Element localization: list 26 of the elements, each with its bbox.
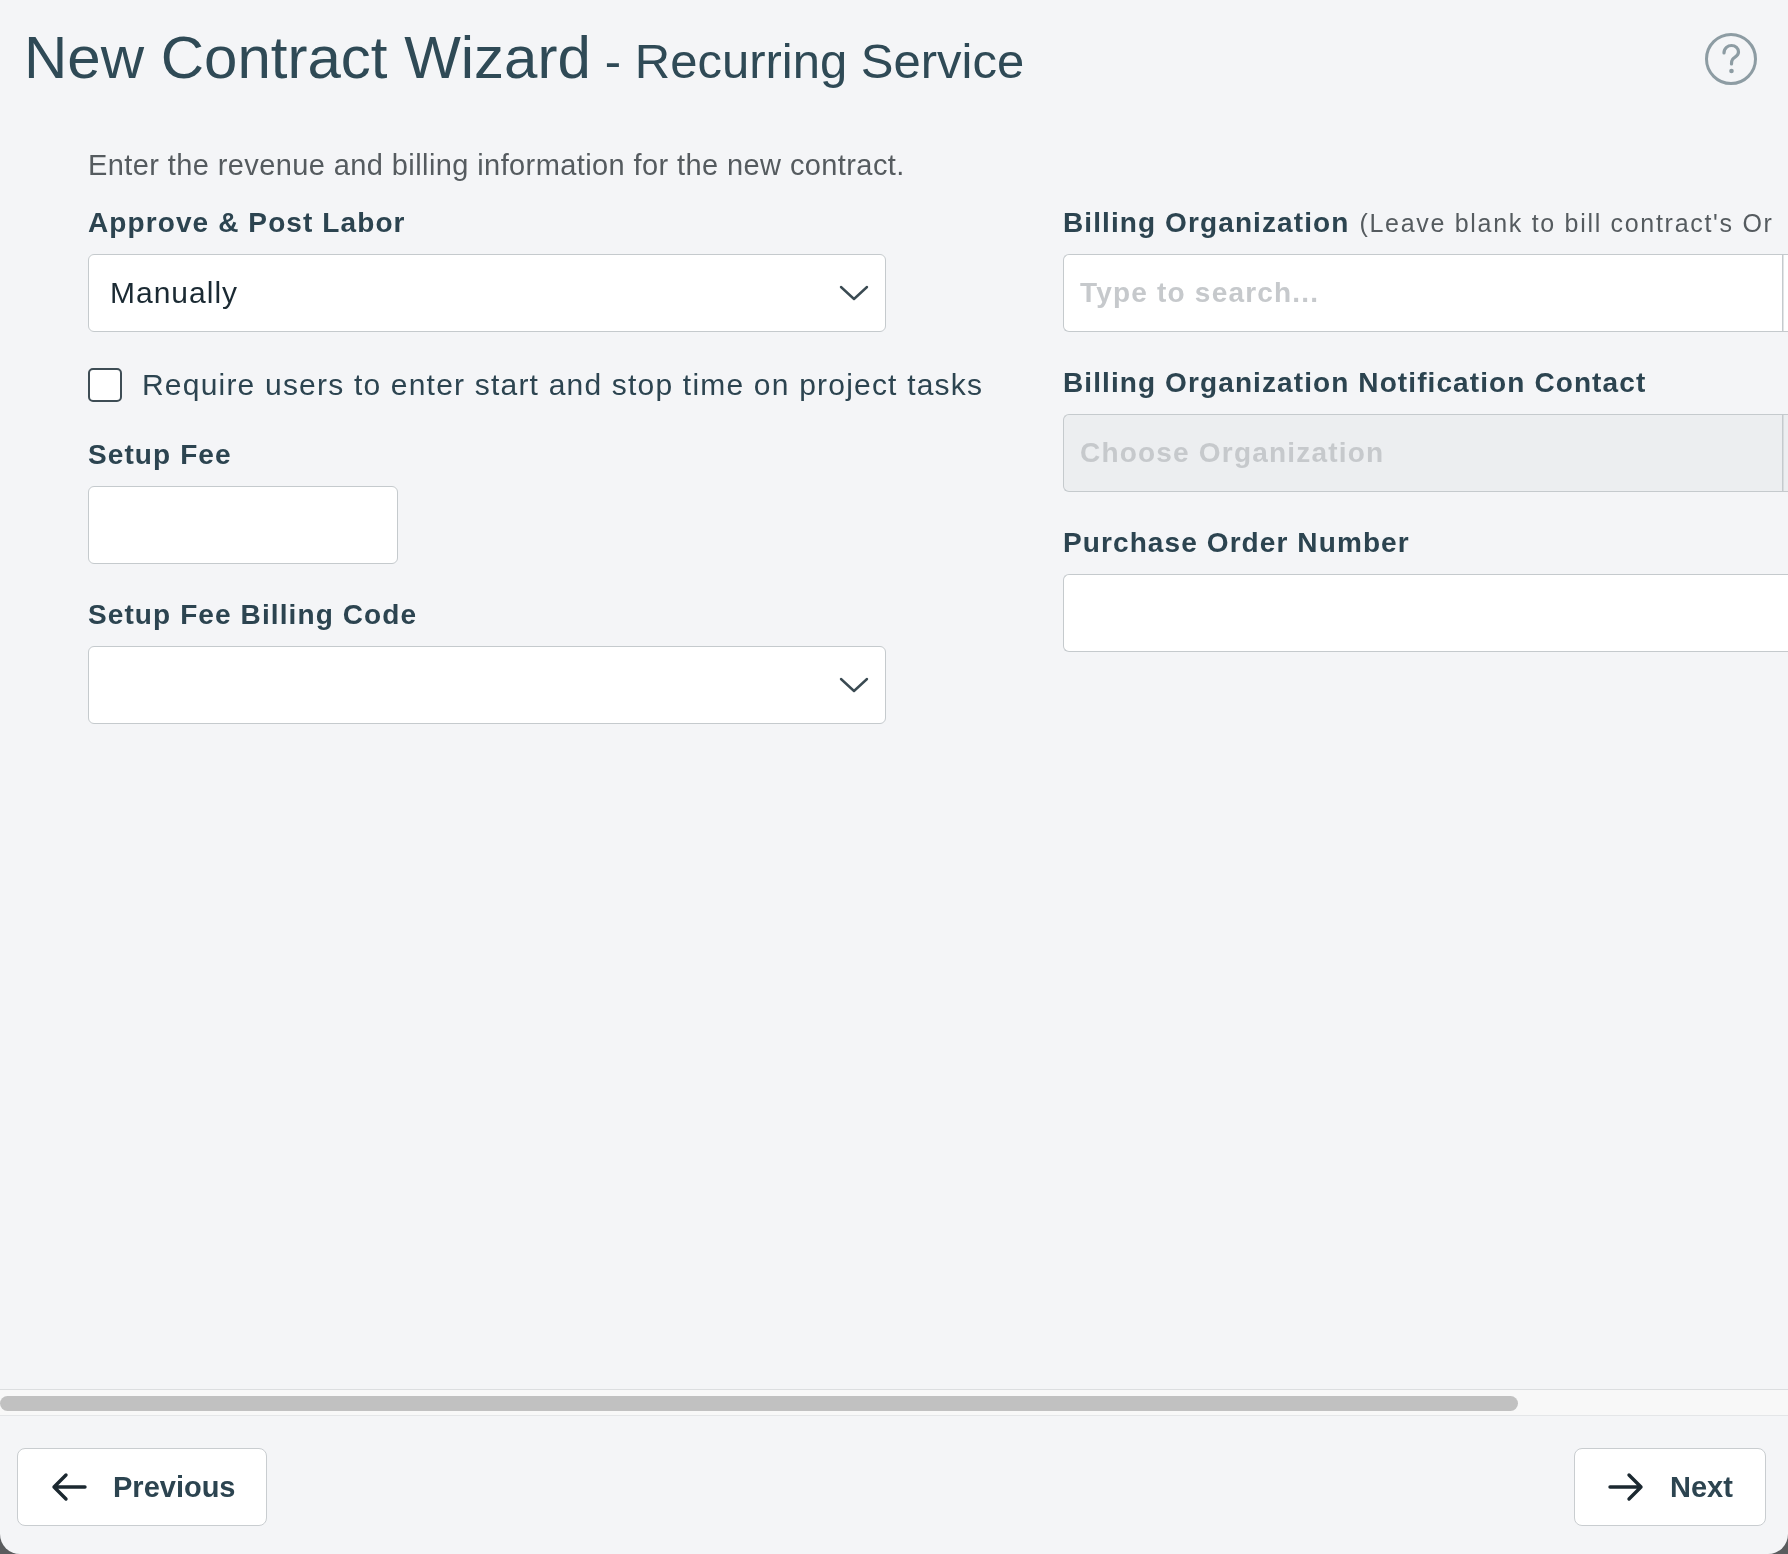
wizard-subtitle: - Recurring Service bbox=[604, 32, 1025, 90]
scrollbar-track[interactable] bbox=[0, 1389, 1788, 1416]
select-field[interactable]: Manually bbox=[88, 254, 886, 332]
chevron-down-icon bbox=[839, 677, 869, 693]
intro-text: Enter the revenue and billing information for the new contract. bbox=[88, 150, 905, 180]
field-label: Setup Fee bbox=[88, 440, 232, 470]
next-button[interactable]: Next bbox=[1574, 1448, 1766, 1526]
previous-button[interactable]: Previous bbox=[17, 1448, 267, 1526]
field-label: Billing Organization Notification Contact bbox=[1063, 368, 1647, 398]
chevron-down-icon bbox=[839, 285, 869, 301]
search-field[interactable]: Type to search... bbox=[1063, 254, 1788, 332]
help-icon[interactable] bbox=[1704, 32, 1758, 86]
field-label: Purchase Order Number bbox=[1063, 528, 1410, 558]
checkbox-label: Require users to enter start and stop time on project tasks bbox=[142, 368, 984, 402]
field-label: Billing Organization bbox=[1063, 208, 1350, 238]
field-label: Setup Fee Billing Code bbox=[88, 600, 418, 630]
field-hint: (Leave blank to bill contract's Or bbox=[1359, 208, 1774, 238]
wizard-title: New Contract Wizard bbox=[24, 22, 591, 93]
input-field[interactable] bbox=[1063, 574, 1788, 652]
arrow-left-icon bbox=[51, 1472, 87, 1502]
field-label: Approve & Post Labor bbox=[88, 208, 406, 238]
select-field[interactable] bbox=[88, 646, 886, 724]
arrow-right-icon bbox=[1608, 1472, 1644, 1502]
scrollbar-thumb[interactable] bbox=[0, 1396, 1518, 1411]
checkbox[interactable] bbox=[88, 368, 122, 402]
input-field[interactable] bbox=[88, 486, 398, 564]
